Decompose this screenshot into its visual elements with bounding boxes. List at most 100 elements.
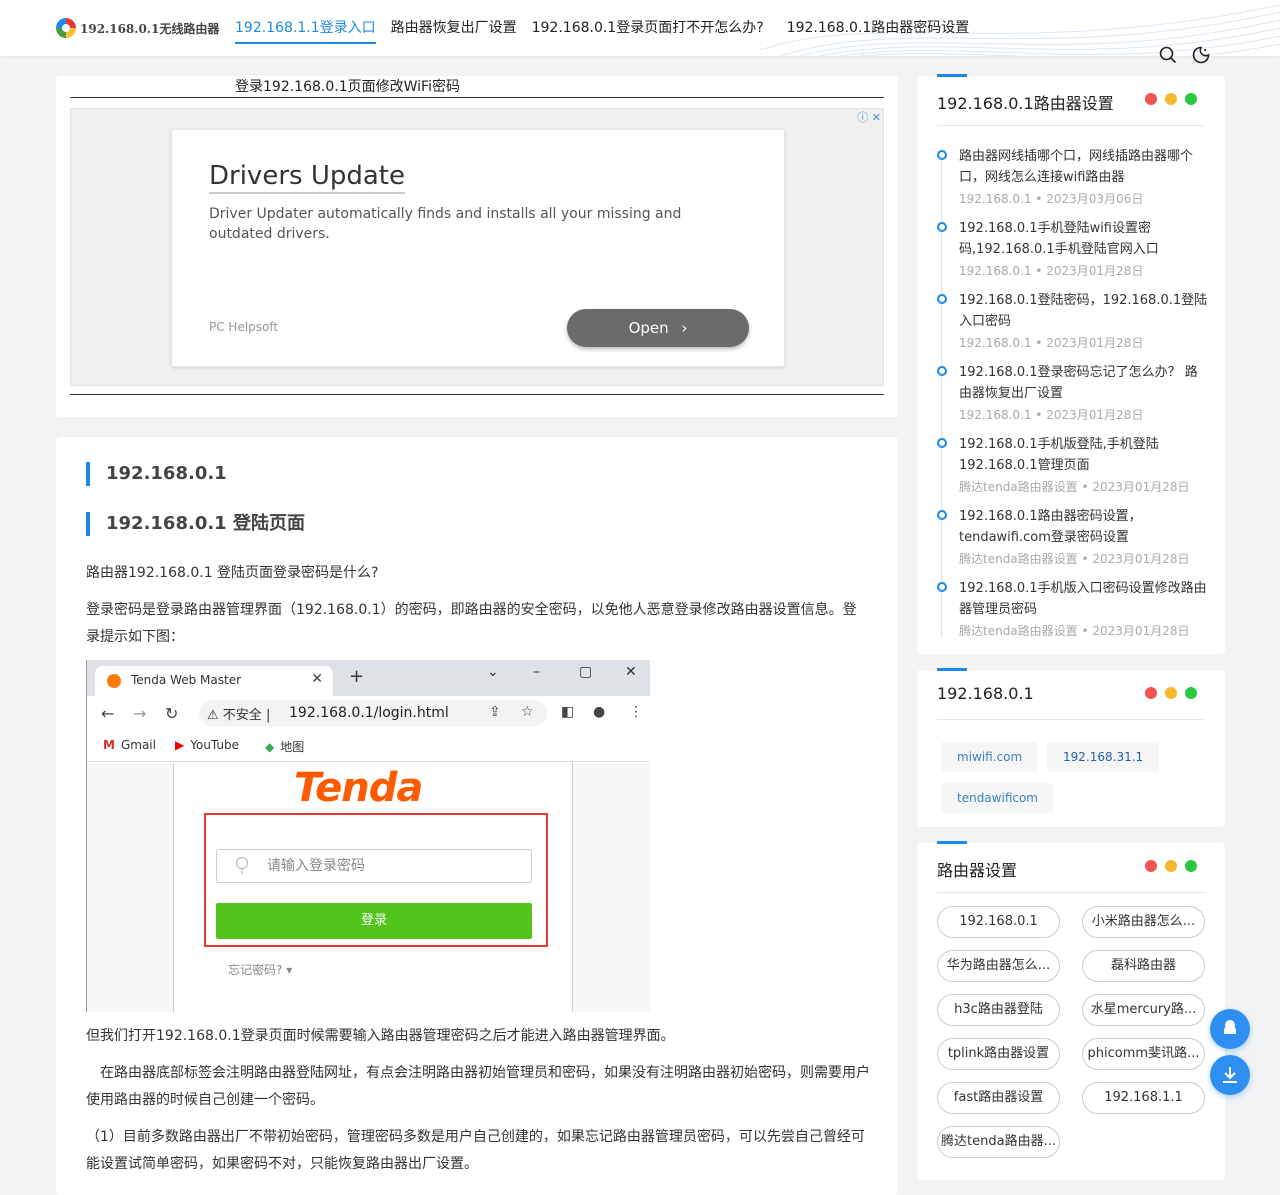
- category-pill[interactable]: 水星mercury路...: [1082, 994, 1205, 1026]
- lightbulb-icon: [235, 856, 249, 874]
- category-pill[interactable]: 192.168.1.1: [1082, 1082, 1205, 1114]
- sidebar-header: 路由器设置: [937, 841, 1205, 893]
- more-icon: ⋮: [629, 704, 643, 720]
- article-paragraph-2: 登录密码是登录路由器管理界面（192.168.0.1）的密码，即路由器的安全密码…: [86, 602, 857, 645]
- category-pill[interactable]: 192.168.0.1: [937, 906, 1060, 938]
- nav-item-password-setting[interactable]: 192.168.0.1路由器密码设置: [787, 0, 970, 56]
- timeline-item-category: 192.168.0.1: [959, 192, 1032, 206]
- timeline-item-date: 2023月01月28日: [1046, 336, 1144, 350]
- sidebar-title: 192.168.0.1: [937, 684, 1034, 703]
- timeline-item-title[interactable]: 192.168.0.1登陆密码，192.168.0.1登陆入口密码: [959, 290, 1209, 332]
- browser-address-bar: ← → ↻ ⚠ 不安全 | 192.168.0.1/login.html ⇪ ☆…: [87, 696, 650, 730]
- timeline-item-title[interactable]: 192.168.0.1手机版入口密码设置修改路由器管理员密码: [959, 578, 1209, 620]
- timeline-item-category: 腾达tenda路由器设置: [959, 552, 1078, 566]
- category-pill[interactable]: 磊科路由器: [1082, 950, 1205, 982]
- tag-192-168-31-1[interactable]: 192.168.31.1: [1047, 742, 1160, 772]
- article-image-browser-login: Tenda Web Master ✕ + ⌄ – ▢ ✕ ← → ↻ ⚠ 不安全…: [86, 660, 650, 1012]
- chat-button[interactable]: [1210, 1009, 1250, 1049]
- timeline-dot: [937, 438, 947, 448]
- ad-card: 登录192.168.0.1页面修改WiFi密码 ⓘ ✕ Drivers Upda…: [56, 76, 898, 417]
- green-dot: [1185, 860, 1197, 872]
- share-icon: ⇪: [489, 704, 501, 720]
- forgot-password-label: 忘记密码?: [228, 963, 283, 977]
- ad-title[interactable]: Drivers Update: [209, 160, 405, 194]
- timeline-item-title[interactable]: 192.168.0.1路由器密码设置，tendawifi.com登录密码设置: [959, 506, 1209, 548]
- timeline-item-category: 192.168.0.1: [959, 336, 1032, 350]
- ad-card-title[interactable]: 登录192.168.0.1页面修改WiFi密码: [235, 76, 460, 96]
- red-dot: [1145, 860, 1157, 872]
- minimize-icon: –: [533, 664, 540, 680]
- ad-brand: PC Helpsoft: [209, 320, 279, 334]
- timeline-item-meta: 腾达tenda路由器设置 • 2023月01月28日: [959, 624, 1190, 638]
- sidebar-header: 192.168.0.1: [937, 668, 1205, 720]
- nav-item-login-entry[interactable]: 192.168.1.1登录入口: [235, 0, 376, 44]
- timeline-item-title[interactable]: 192.168.0.1手机版登陆,手机登陆192.168.0.1管理页面: [959, 434, 1209, 476]
- ad-open-button[interactable]: Open ›: [567, 309, 749, 347]
- category-pill[interactable]: 腾达tenda路由器...: [937, 1126, 1060, 1158]
- dark-mode-icon[interactable]: [1192, 46, 1210, 64]
- timeline-item-title[interactable]: 192.168.0.1登录密码忘记了怎么办？ 路由器恢复出厂设置: [959, 362, 1209, 404]
- green-dot: [1185, 687, 1197, 699]
- timeline-dot: [937, 582, 947, 592]
- category-pill[interactable]: tplink路由器设置: [937, 1038, 1060, 1070]
- timeline-item-category: 192.168.0.1: [959, 408, 1032, 422]
- divider-bottom: [70, 394, 884, 395]
- tag-tendawificom[interactable]: tendawificom: [941, 783, 1054, 813]
- timeline-item-meta: 192.168.0.1 • 2023月01月28日: [959, 408, 1144, 422]
- plus-icon: +: [349, 666, 365, 687]
- timeline-dot: [937, 510, 947, 520]
- tenda-login-page: Tenda 请输入登录密码 登录 忘记密码? ▾: [87, 763, 650, 1012]
- forgot-password-link: 忘记密码? ▾: [228, 961, 292, 978]
- forward-icon: →: [133, 704, 147, 723]
- sidebar-title: 192.168.0.1路由器设置: [937, 94, 1114, 113]
- nav-item-factory-reset[interactable]: 路由器恢复出厂设置: [391, 0, 517, 56]
- maximize-icon: ▢: [579, 664, 593, 680]
- timeline-item-title[interactable]: 路由器网线插哪个口，网线插路由器哪个口，网线怎么连接wifi路由器: [959, 146, 1209, 188]
- ad-frame: ⓘ ✕ Drivers Update Driver Updater automa…: [70, 108, 884, 386]
- timeline-item-title[interactable]: 192.168.0.1手机登陆wifi设置密码,192.168.0.1手机登陆官…: [959, 218, 1209, 260]
- category-pill[interactable]: h3c路由器登陆: [937, 994, 1060, 1026]
- timeline-dot: [937, 222, 947, 232]
- timeline-item-meta: 腾达tenda路由器设置 • 2023月01月28日: [959, 480, 1190, 494]
- timeline-dot: [937, 366, 947, 376]
- bookmark-youtube: ▶ YouTube: [175, 738, 239, 752]
- category-pill[interactable]: 华为路由器怎么...: [937, 950, 1060, 982]
- timeline-item-date: 2023月01月28日: [1092, 480, 1190, 494]
- bookmark-gmail-label: Gmail: [120, 738, 156, 752]
- category-pill[interactable]: 小米路由器怎么...: [1082, 906, 1205, 938]
- site-logo[interactable]: 192.168.0.1无线路由器: [56, 18, 219, 38]
- timeline-item-meta: 腾达tenda路由器设置 • 2023月01月28日: [959, 552, 1190, 566]
- tenda-login-button: 登录: [216, 903, 532, 939]
- category-pill[interactable]: fast路由器设置: [937, 1082, 1060, 1114]
- chevron-down-icon: ⌄: [487, 664, 499, 680]
- close-icon: ✕: [311, 671, 323, 687]
- ad-description: Driver Updater automatically finds and i…: [209, 206, 682, 242]
- gmail-icon: M: [103, 738, 115, 752]
- ad-banner[interactable]: Drivers Update Driver Updater automatica…: [171, 129, 785, 367]
- tag-miwifi[interactable]: miwifi.com: [941, 742, 1039, 772]
- article-heading-2: 192.168.0.1 登陆页面: [86, 512, 305, 536]
- reload-icon: ↻: [165, 704, 179, 723]
- browser-tab: Tenda Web Master ✕: [95, 666, 333, 696]
- search-icon[interactable]: [1159, 46, 1177, 64]
- article-card: 192.168.0.1 192.168.0.1 登陆页面 路由器192.168.…: [56, 437, 898, 1195]
- password-input: 请输入登录密码: [216, 849, 532, 883]
- logo-text: 192.168.0.1无线路由器: [80, 21, 220, 36]
- article-paragraph-5: （1）目前多数路由器出厂不带初始密码，管理密码多数是用户自己创建的，如果忘记路由…: [86, 1129, 865, 1172]
- back-icon: ←: [101, 704, 115, 723]
- category-pill[interactable]: phicomm斐讯路...: [1082, 1038, 1205, 1070]
- sidebar-icon: ◧: [561, 704, 575, 720]
- timeline-item-meta: 192.168.0.1 • 2023月03月06日: [959, 192, 1144, 206]
- password-placeholder: 请输入登录密码: [267, 858, 365, 874]
- sidebar-header: 192.168.0.1路由器设置: [937, 74, 1205, 126]
- warning-icon: ⚠ 不安全 |: [207, 708, 271, 723]
- sidebar-tag-cloud: 192.168.0.1 miwifi.com 192.168.31.1 tend…: [917, 668, 1225, 827]
- ad-choices-icon[interactable]: ⓘ ✕: [857, 109, 881, 125]
- timeline-item-category: 192.168.0.1: [959, 264, 1032, 278]
- yellow-dot: [1165, 860, 1177, 872]
- nav-item-login-page-help[interactable]: 192.168.0.1登录页面打不开怎么办?: [532, 0, 764, 56]
- download-button[interactable]: [1210, 1055, 1250, 1095]
- sidebar-router-categories: 路由器设置 192.168.0.1 小米路由器怎么... 华为路由器怎么... …: [917, 841, 1225, 1180]
- main-nav: 192.168.1.1登录入口 路由器恢复出厂设置 192.168.0.1登录页…: [235, 0, 984, 56]
- yellow-dot: [1165, 687, 1177, 699]
